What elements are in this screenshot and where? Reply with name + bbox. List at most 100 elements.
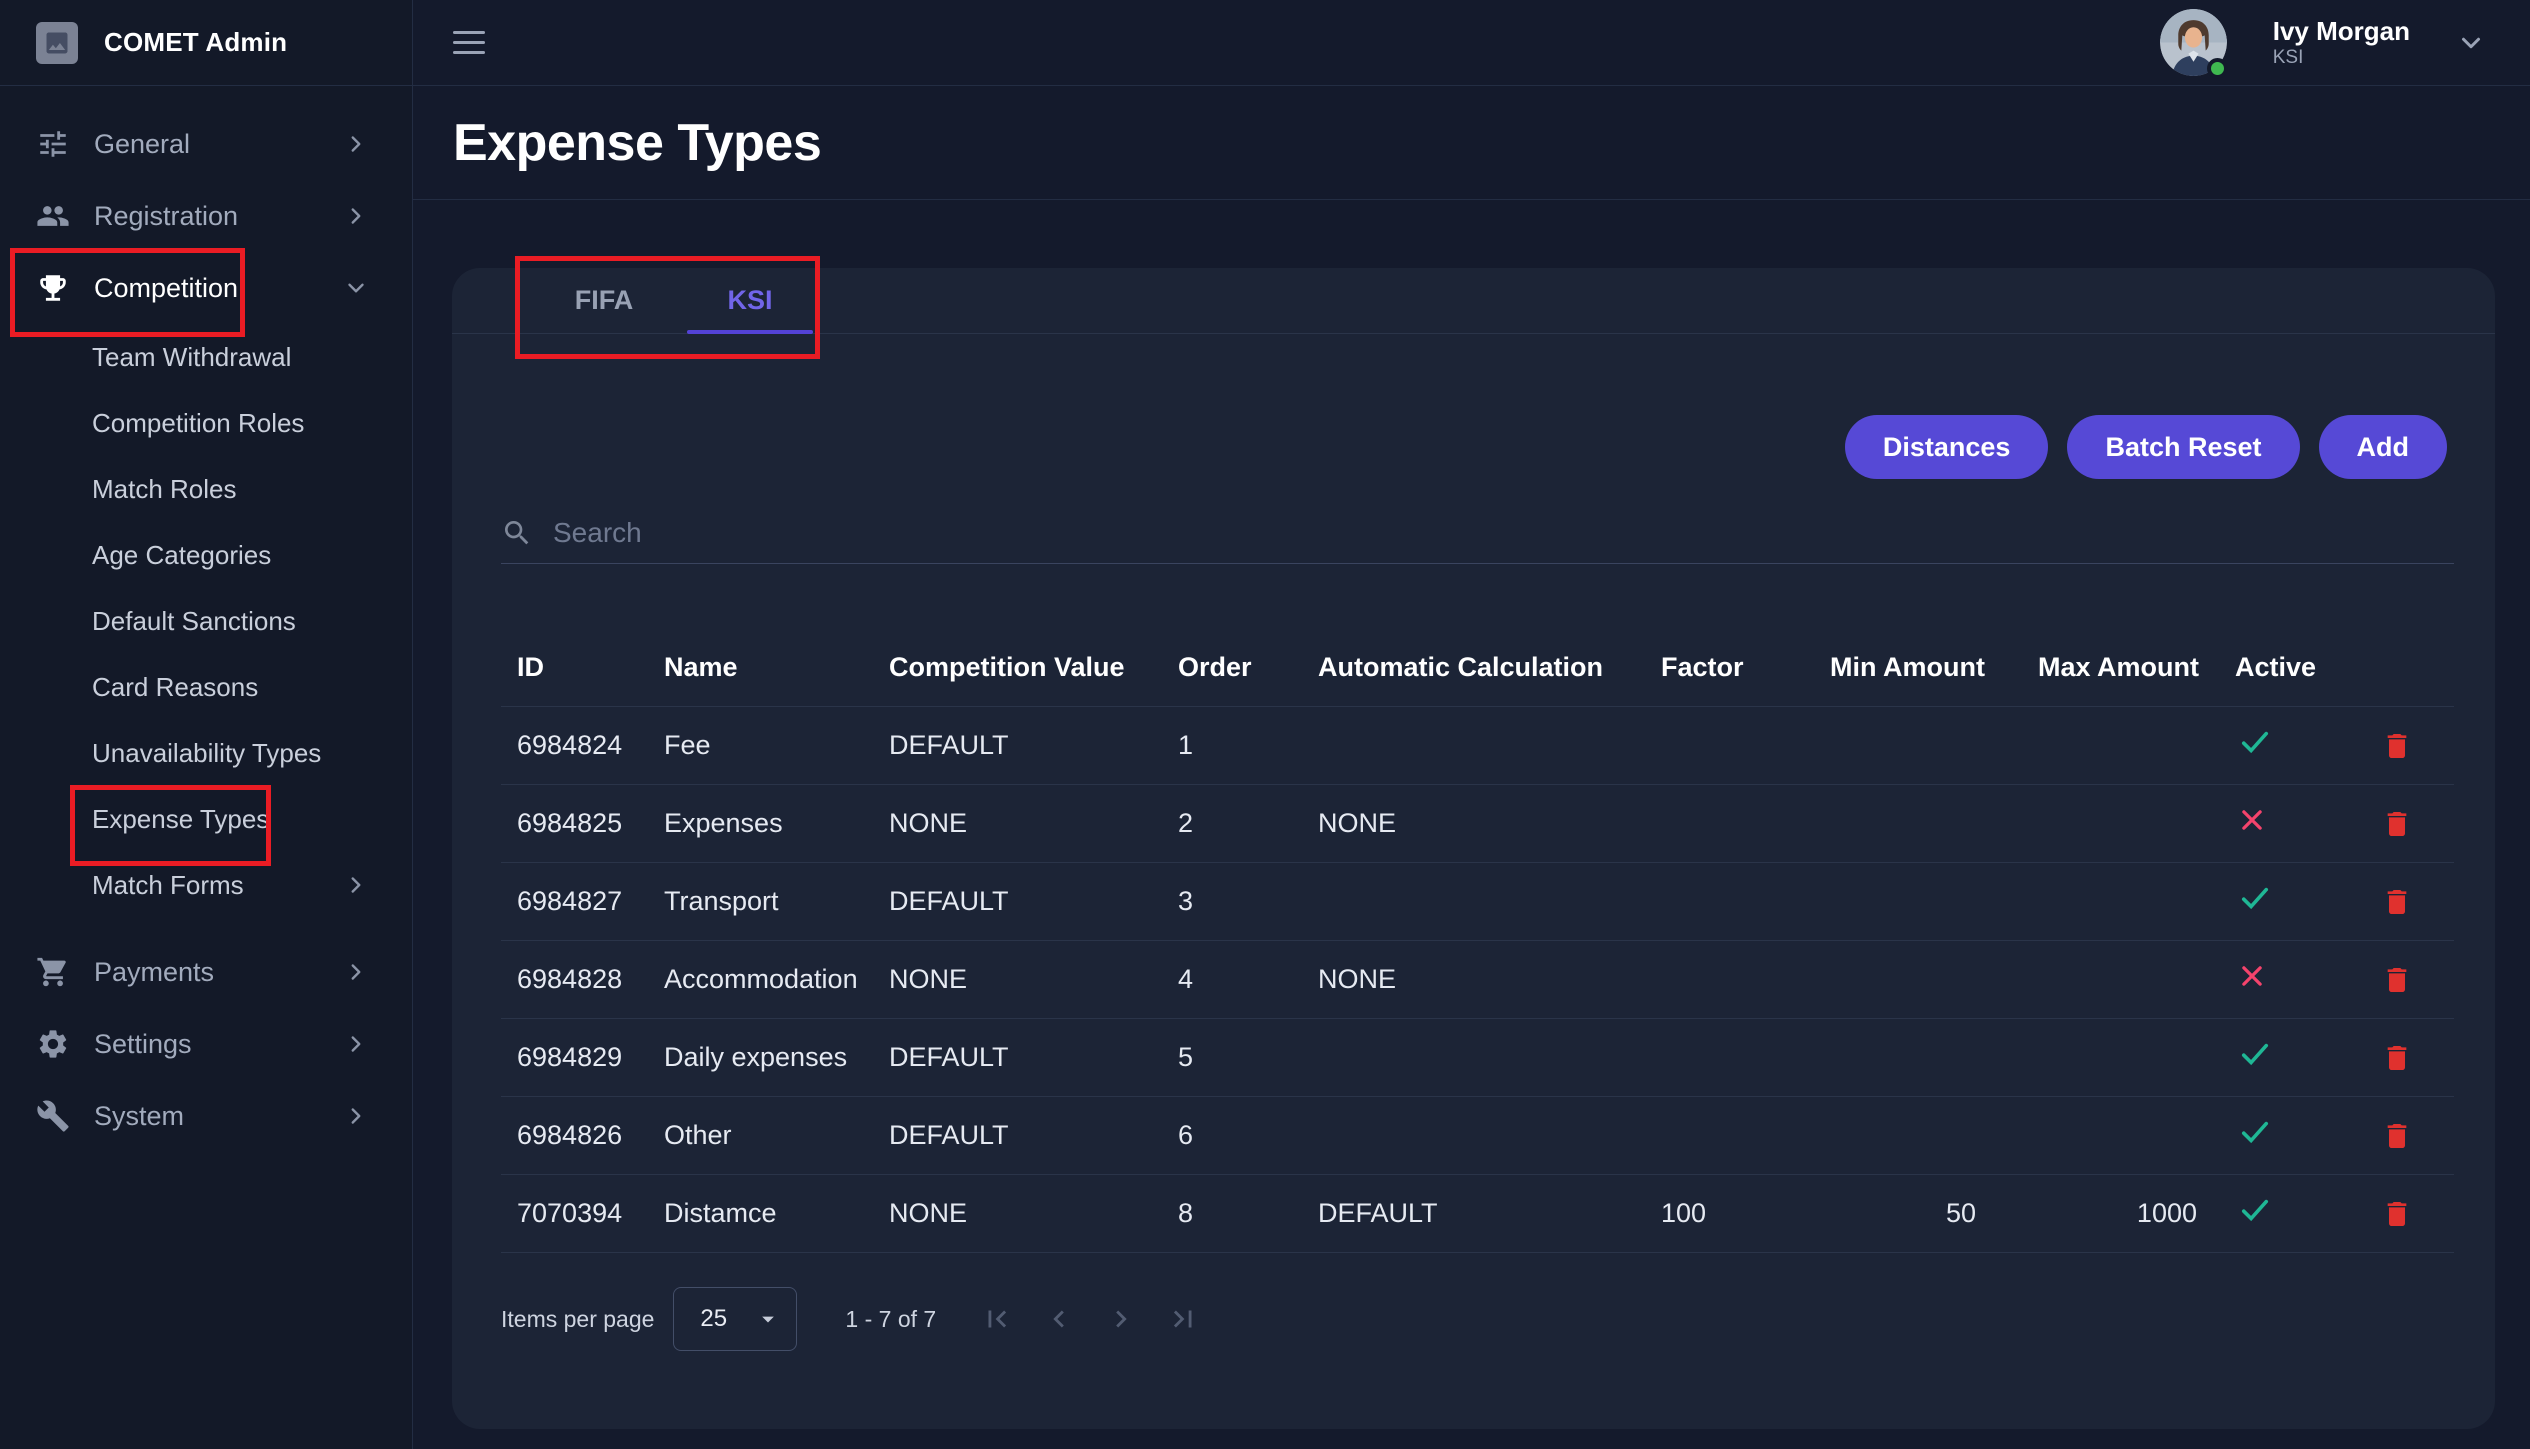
user-menu[interactable]: Ivy Morgan KSI xyxy=(2160,9,2486,76)
sidebar-item-unavailability-types[interactable]: Unavailability Types xyxy=(0,720,412,786)
page-size-select[interactable]: 25 xyxy=(673,1287,797,1351)
cell-competition-value: NONE xyxy=(873,1198,1162,1229)
check-icon xyxy=(2237,1036,2273,1072)
column-header: Min Amount xyxy=(1814,652,2022,683)
cell-active xyxy=(2219,1192,2339,1235)
first-page-icon xyxy=(980,1302,1014,1336)
cell-order: 2 xyxy=(1162,808,1302,839)
cell-name: Daily expenses xyxy=(648,1042,873,1073)
sidebar-item-age-categories[interactable]: Age Categories xyxy=(0,522,412,588)
toolbar: Distances Batch Reset Add xyxy=(452,415,2447,479)
cell-automatic-calculation: DEFAULT xyxy=(1302,1198,1645,1229)
sidebar-item-system[interactable]: System xyxy=(0,1080,412,1152)
tab-label: KSI xyxy=(727,285,772,316)
table-row[interactable]: 6984829Daily expensesDEFAULT5 xyxy=(501,1019,2454,1097)
cell-order: 4 xyxy=(1162,964,1302,995)
batch-reset-button[interactable]: Batch Reset xyxy=(2067,415,2299,479)
delete-button[interactable] xyxy=(2381,730,2413,762)
comet-admin-app: { "app": { "brand": "COMET Admin" }, "us… xyxy=(0,0,2530,1449)
last-page-button[interactable] xyxy=(1166,1302,1200,1336)
expense-types-table: IDNameCompetition ValueOrderAutomatic Ca… xyxy=(501,629,2454,1253)
delete-icon xyxy=(2381,886,2413,918)
first-page-button[interactable] xyxy=(980,1302,1014,1336)
cell-id: 6984829 xyxy=(501,1042,648,1073)
previous-page-button[interactable] xyxy=(1042,1302,1076,1336)
cell-active xyxy=(2219,1114,2339,1157)
cell-order: 5 xyxy=(1162,1042,1302,1073)
sidebar-item-competition[interactable]: Competition xyxy=(0,252,412,324)
delete-button[interactable] xyxy=(2381,808,2413,840)
chevron-right-icon xyxy=(343,203,369,229)
image-icon xyxy=(43,29,71,57)
cell-competition-value: DEFAULT xyxy=(873,886,1162,917)
app-title: COMET Admin xyxy=(104,27,287,58)
cell-order: 1 xyxy=(1162,730,1302,761)
table-row[interactable]: 7070394DistamceNONE8DEFAULT100501000 xyxy=(501,1175,2454,1253)
sidebar: COMET Admin General Registration Competiti… xyxy=(0,0,413,1449)
sidebar-item-label: Default Sanctions xyxy=(92,606,296,637)
add-button[interactable]: Add xyxy=(2319,415,2447,479)
sidebar-item-label: Age Categories xyxy=(92,540,271,571)
x-icon xyxy=(2237,961,2267,991)
sidebar-item-payments[interactable]: Payments xyxy=(0,936,412,1008)
table-row[interactable]: 6984824FeeDEFAULT1 xyxy=(501,707,2454,785)
delete-icon xyxy=(2381,964,2413,996)
tab-ksi[interactable]: KSI xyxy=(677,268,823,333)
arrow-drop-down-icon xyxy=(754,1305,782,1333)
check-icon xyxy=(2237,1192,2273,1228)
next-page-button[interactable] xyxy=(1104,1302,1138,1336)
last-page-icon xyxy=(1166,1302,1200,1336)
sidebar-item-match-forms[interactable]: Match Forms xyxy=(0,852,412,918)
sidebar-item-settings[interactable]: Settings xyxy=(0,1008,412,1080)
distances-button[interactable]: Distances xyxy=(1845,415,2049,479)
online-status-dot xyxy=(2207,58,2228,79)
titlebar: Expense Types xyxy=(413,86,2530,200)
delete-button[interactable] xyxy=(2381,1198,2413,1230)
hamburger-icon xyxy=(453,51,485,54)
sidebar-item-label: Match Forms xyxy=(92,870,244,901)
tab-fifa[interactable]: FIFA xyxy=(531,268,677,333)
check-icon xyxy=(2237,1114,2273,1150)
table-row[interactable]: 6984827TransportDEFAULT3 xyxy=(501,863,2454,941)
column-header: ID xyxy=(501,652,648,683)
delete-button[interactable] xyxy=(2381,964,2413,996)
sidebar-item-match-roles[interactable]: Match Roles xyxy=(0,456,412,522)
table-body: 6984824FeeDEFAULT16984825ExpensesNONE2NO… xyxy=(501,707,2454,1253)
cart-icon xyxy=(36,955,70,989)
sidebar-item-label: Competition xyxy=(94,273,238,304)
cell-competition-value: DEFAULT xyxy=(873,730,1162,761)
sidebar-item-label: System xyxy=(94,1101,184,1132)
sidebar-item-competition-roles[interactable]: Competition Roles xyxy=(0,390,412,456)
delete-button[interactable] xyxy=(2381,1120,2413,1152)
cell-order: 6 xyxy=(1162,1120,1302,1151)
chevron-right-icon xyxy=(343,959,369,985)
cell-id: 6984825 xyxy=(501,808,648,839)
sidebar-item-registration[interactable]: Registration xyxy=(0,180,412,252)
avatar xyxy=(2160,9,2227,76)
delete-button[interactable] xyxy=(2381,886,2413,918)
sidebar-item-card-reasons[interactable]: Card Reasons xyxy=(0,654,412,720)
table-row[interactable]: 6984826OtherDEFAULT6 xyxy=(501,1097,2454,1175)
table-row[interactable]: 6984828AccommodationNONE4NONE xyxy=(501,941,2454,1019)
previous-page-icon xyxy=(1042,1302,1076,1336)
sidebar-item-general[interactable]: General xyxy=(0,108,412,180)
delete-button[interactable] xyxy=(2381,1042,2413,1074)
cell-actions xyxy=(2339,1120,2454,1152)
cell-active xyxy=(2219,724,2339,767)
page-title: Expense Types xyxy=(453,113,821,173)
sidebar-item-team-withdrawal[interactable]: Team Withdrawal xyxy=(0,324,412,390)
sidebar-header: COMET Admin xyxy=(0,0,412,86)
column-header: Name xyxy=(648,652,873,683)
table-row[interactable]: 6984825ExpensesNONE2NONE xyxy=(501,785,2454,863)
cell-name: Fee xyxy=(648,730,873,761)
hamburger-icon xyxy=(453,31,485,34)
menu-toggle-button[interactable] xyxy=(453,31,485,54)
sidebar-item-default-sanctions[interactable]: Default Sanctions xyxy=(0,588,412,654)
sidebar-item-label: Registration xyxy=(94,201,238,232)
cell-name: Transport xyxy=(648,886,873,917)
search-input[interactable] xyxy=(553,517,2454,549)
sidebar-item-expense-types[interactable]: Expense Types xyxy=(0,786,412,852)
cell-competition-value: DEFAULT xyxy=(873,1042,1162,1073)
topbar: Ivy Morgan KSI xyxy=(413,0,2530,86)
chevron-right-icon xyxy=(343,1031,369,1057)
